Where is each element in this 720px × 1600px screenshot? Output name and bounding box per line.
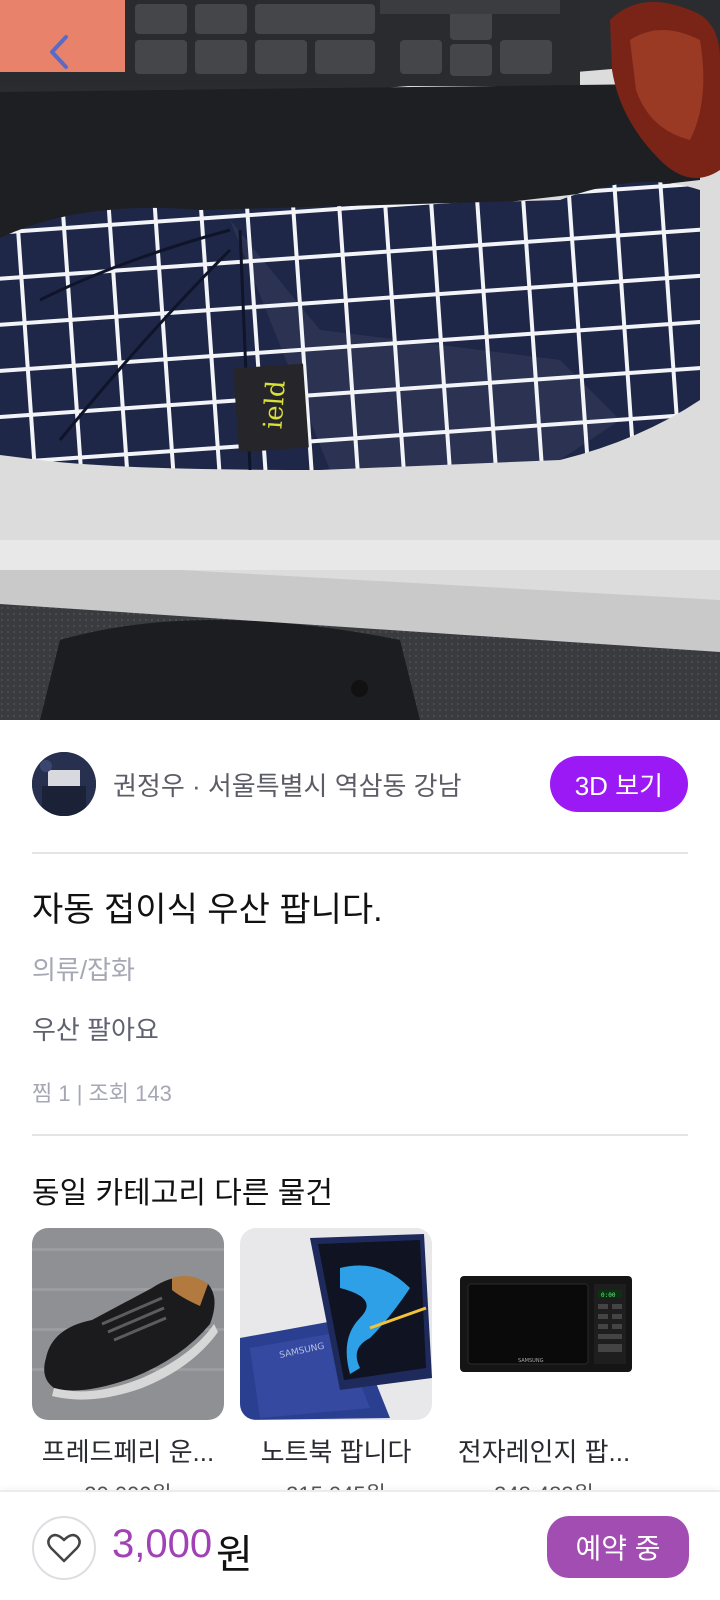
bottom-action-bar: 3,000 원 예약 중 xyxy=(0,1490,720,1600)
related-items-list[interactable]: 프레드페리 운... 20,000원 SAMSUNG 노트북 팝니다 315,0… xyxy=(32,1228,720,1498)
svg-text:ield: ield xyxy=(258,379,291,430)
like-button[interactable] xyxy=(32,1516,96,1580)
related-item-thumbnail[interactable]: SAMSUNG xyxy=(240,1228,432,1420)
divider xyxy=(32,1134,688,1136)
svg-text:SAMSUNG: SAMSUNG xyxy=(518,1358,544,1364)
seller-name-location: 권정우 · 서울특별시 역삼동 강남 xyxy=(113,766,462,803)
carousel-page-indicator xyxy=(351,680,368,697)
related-item-title: 노트북 팝니다 xyxy=(260,1437,412,1467)
seller-info: 권정우 · 서울특별시 역삼동 강남 3D 보기 xyxy=(32,752,688,816)
product-photo: ield xyxy=(0,0,720,720)
svg-text:0:00: 0:00 xyxy=(601,1292,616,1299)
laptop-image: SAMSUNG xyxy=(240,1228,432,1420)
related-item-card[interactable]: 프레드페리 운... 20,000원 xyxy=(32,1228,224,1498)
price-currency: 원 xyxy=(216,1533,253,1577)
microwave-image: 0:00 SAMSUNG xyxy=(448,1228,640,1420)
separator-dot: · xyxy=(184,770,208,801)
related-item-card[interactable]: SAMSUNG 노트북 팝니다 315,045원 xyxy=(240,1228,432,1498)
back-button[interactable] xyxy=(36,30,80,74)
chevron-left-icon xyxy=(50,35,68,69)
related-item-title: 전자레인지 팝... xyxy=(457,1437,631,1467)
sneaker-image xyxy=(32,1228,224,1420)
related-section-title: 동일 카테고리 다른 물건 xyxy=(32,1177,334,1210)
seller-name: 권정우 xyxy=(113,770,185,801)
product-category[interactable]: 의류/잡화 xyxy=(32,950,135,987)
related-item-title: 프레드페리 운... xyxy=(41,1437,215,1467)
heart-outline-icon xyxy=(47,1533,81,1563)
divider xyxy=(32,852,688,854)
product-stats: 찜 1 | 조회 143 xyxy=(32,1081,172,1106)
seller-location: 서울특별시 역삼동 강남 xyxy=(207,770,462,801)
product-image-carousel[interactable]: ield xyxy=(0,0,720,720)
related-item-thumbnail[interactable]: 0:00 SAMSUNG xyxy=(448,1228,640,1420)
product-price: 3,000 xyxy=(112,1522,213,1566)
related-item-thumbnail[interactable] xyxy=(32,1228,224,1420)
view-3d-button[interactable]: 3D 보기 xyxy=(549,756,688,812)
related-item-card[interactable]: 0:00 SAMSUNG 전자레인지 팝... 348,483원 xyxy=(448,1228,640,1498)
product-description: 우산 팔아요 xyxy=(32,1015,159,1045)
product-title: 자동 접이식 우산 팝니다. xyxy=(32,891,383,929)
avatar[interactable] xyxy=(32,752,96,816)
avatar-image xyxy=(32,752,96,816)
reservation-status-button[interactable]: 예약 중 xyxy=(547,1516,689,1578)
